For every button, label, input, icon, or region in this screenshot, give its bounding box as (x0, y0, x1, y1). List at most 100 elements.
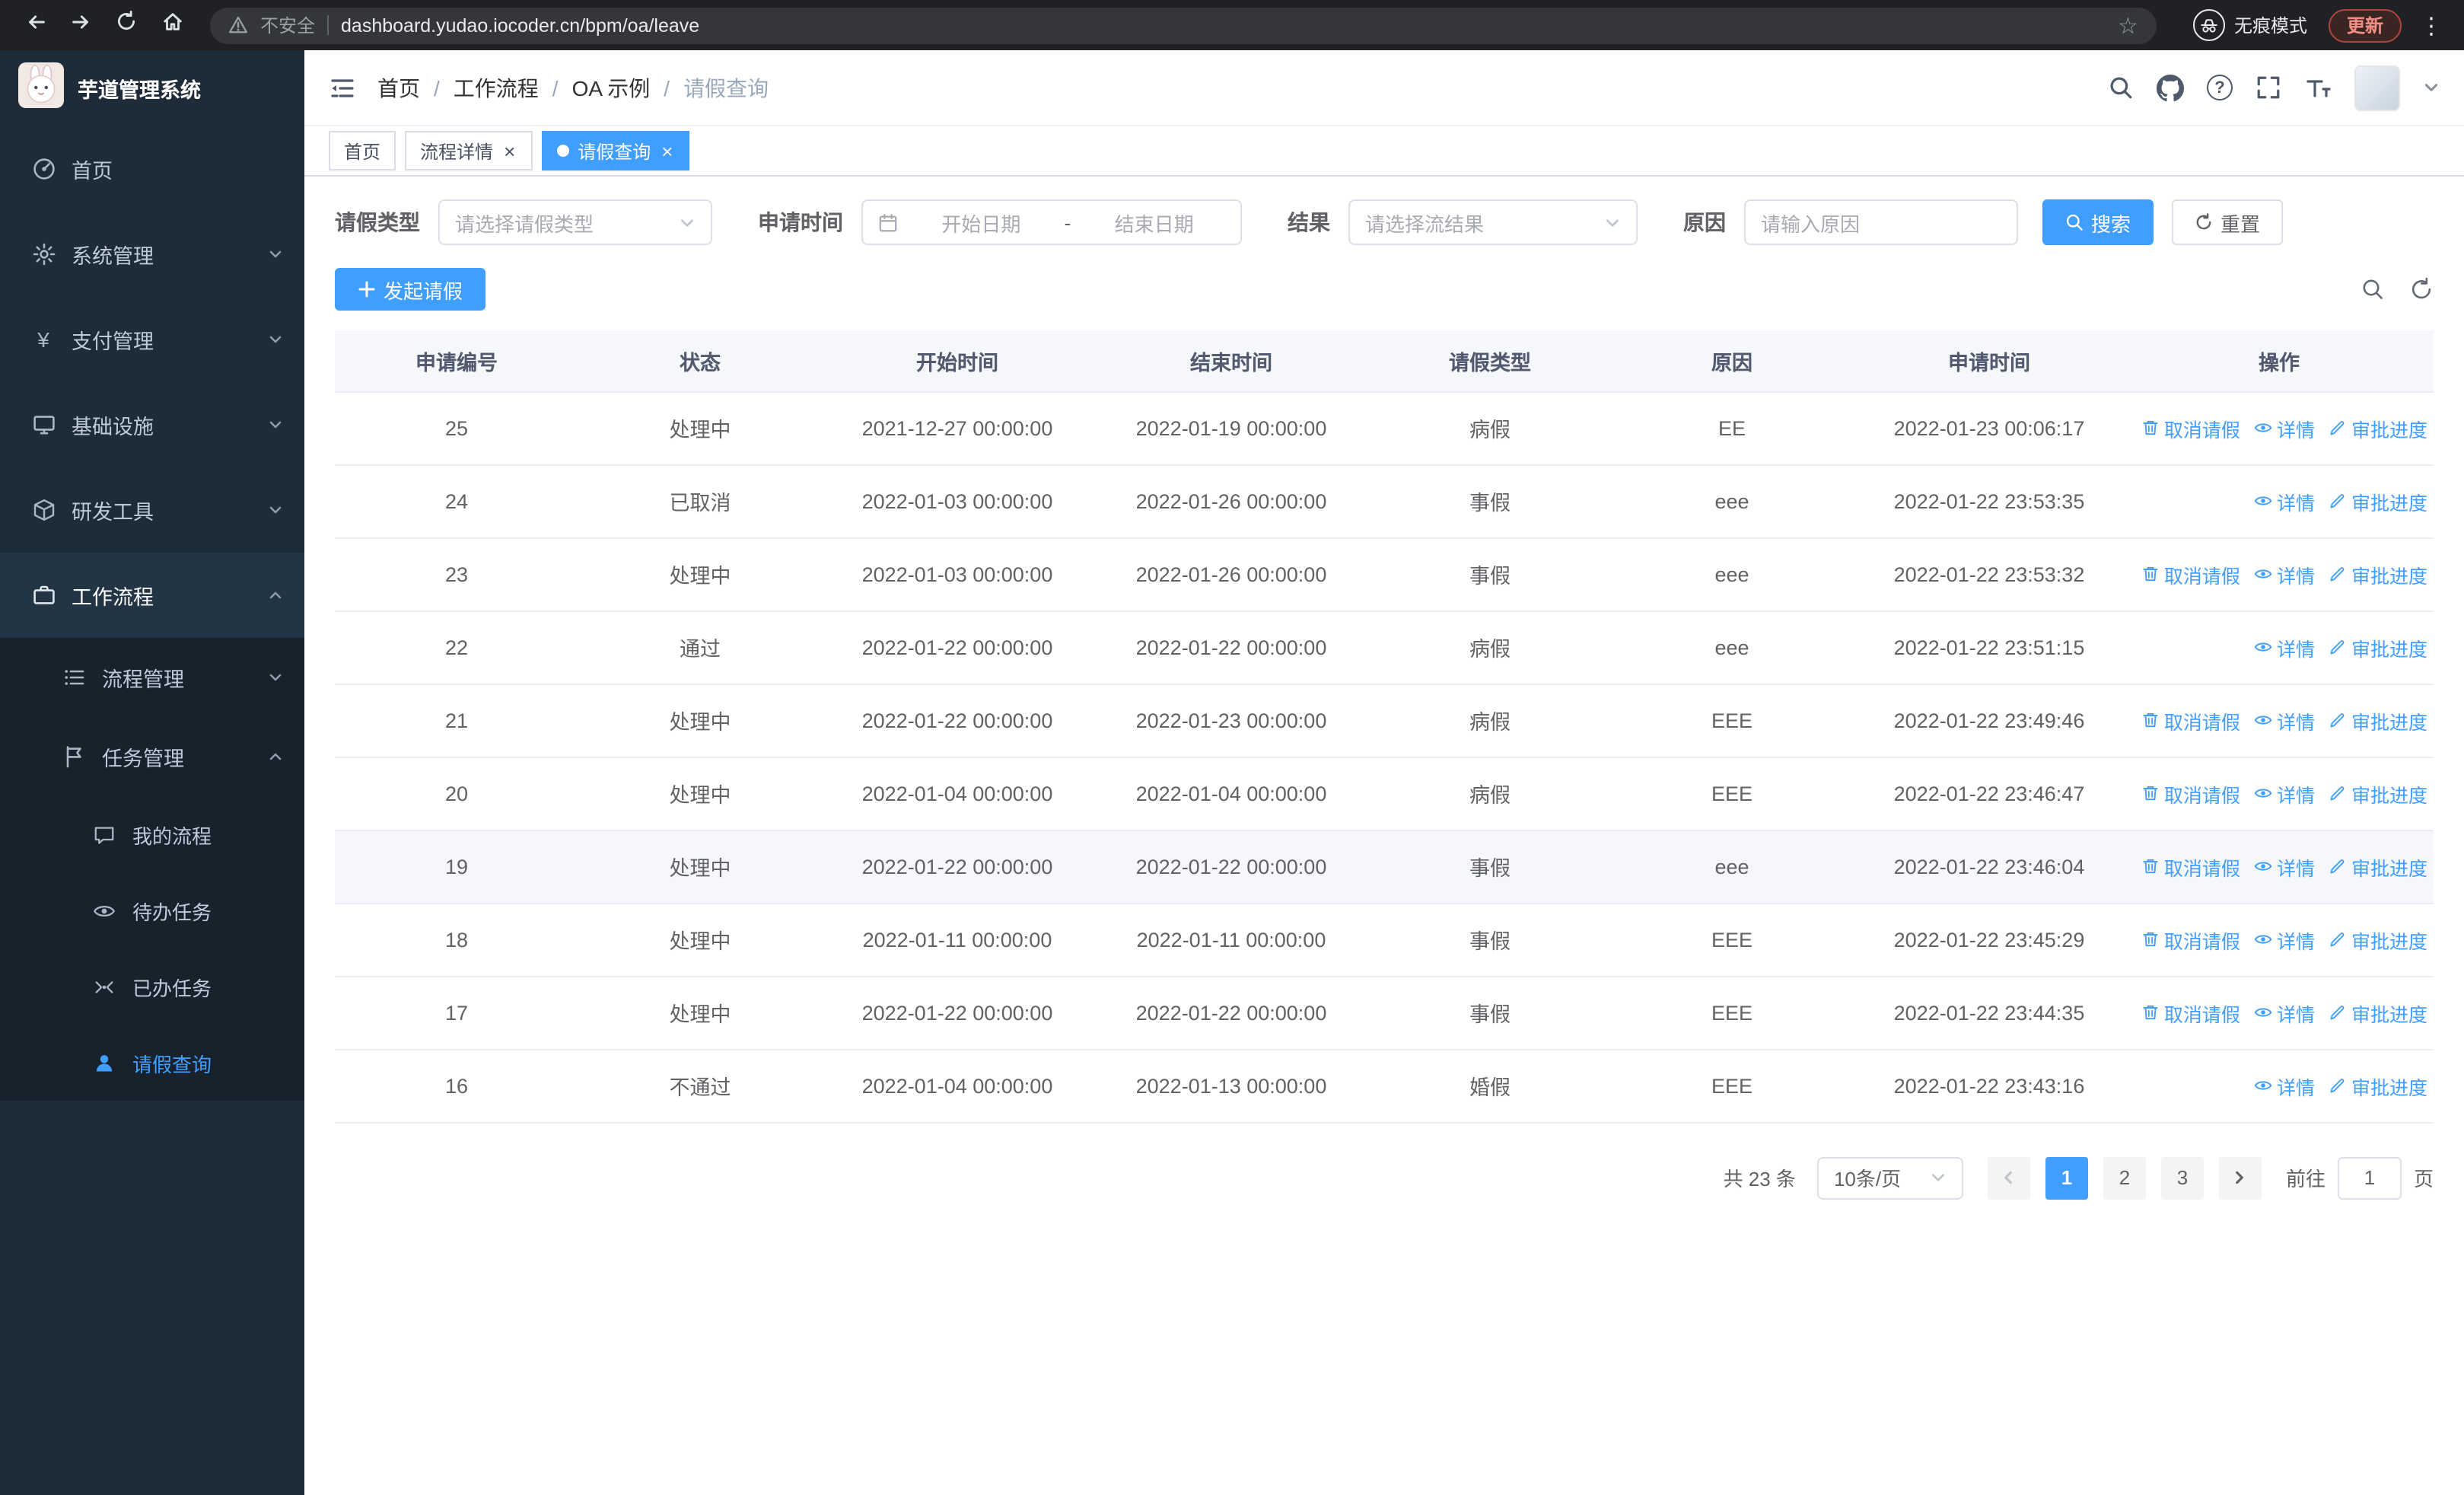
search-button[interactable]: 搜索 (2042, 199, 2154, 245)
browser-back-button[interactable] (15, 5, 55, 45)
help-icon[interactable]: ? (2207, 75, 2233, 100)
create-leave-button[interactable]: 发起请假 (335, 268, 486, 311)
col-reason: 原因 (1610, 330, 1854, 392)
sidebar-item-done-tasks[interactable]: 已办任务 (0, 948, 304, 1025)
browser-update-button[interactable]: 更新 (2328, 8, 2402, 42)
detail-action-link[interactable]: 详情 (2254, 706, 2315, 735)
breadcrumb-item[interactable]: 首页 (377, 72, 420, 103)
progress-action-label: 审批进度 (2351, 1004, 2427, 1025)
col-apply-time: 申请时间 (1854, 330, 2125, 392)
github-icon[interactable] (2157, 74, 2184, 101)
browser-home-button[interactable] (152, 5, 192, 45)
detail-action-link[interactable]: 详情 (2254, 486, 2315, 515)
progress-action-link[interactable]: 审批进度 (2329, 779, 2427, 808)
tab-leave-query[interactable]: 请假查询 × (541, 131, 690, 171)
progress-action-link[interactable]: 审批进度 (2329, 486, 2427, 515)
address-divider (327, 15, 329, 35)
progress-action-label: 审批进度 (2351, 566, 2427, 587)
breadcrumb-item[interactable]: OA 示例 (572, 72, 651, 103)
page-button-3[interactable]: 3 (2160, 1156, 2204, 1199)
detail-action-link[interactable]: 详情 (2254, 559, 2315, 588)
cancel-action-link[interactable]: 取消请假 (2141, 706, 2240, 735)
col-end-time: 结束时间 (1093, 330, 1370, 392)
cell-leave-type: 事假 (1370, 537, 1610, 611)
progress-action-link[interactable]: 审批进度 (2329, 852, 2427, 881)
cancel-action-label: 取消请假 (2163, 566, 2240, 587)
progress-action-link[interactable]: 审批进度 (2329, 413, 2427, 442)
delete-icon (2141, 930, 2160, 948)
cancel-action-link[interactable]: 取消请假 (2141, 559, 2240, 588)
close-icon[interactable]: × (502, 141, 517, 161)
cell-start-time: 2022-01-22 00:00:00 (822, 830, 1093, 904)
detail-action-link[interactable]: 详情 (2254, 852, 2315, 881)
sidebar-item-task-management[interactable]: 任务管理 (0, 717, 304, 796)
cell-leave-type: 病假 (1370, 610, 1610, 684)
pagination: 共 23 条 10条/页 1 2 3 前往 1 页 (335, 1156, 2434, 1199)
detail-action-link[interactable]: 详情 (2254, 633, 2315, 661)
reason-input[interactable]: 请输入原因 (1744, 199, 2018, 245)
hamburger-fold-icon[interactable] (329, 74, 356, 101)
search-icon[interactable] (2108, 75, 2134, 100)
chevron-down-icon[interactable] (2423, 79, 2440, 96)
browser-reload-button[interactable] (107, 5, 146, 45)
detail-action-link[interactable]: 详情 (2254, 413, 2315, 442)
leave-type-select[interactable]: 请选择请假类型 (438, 199, 712, 245)
progress-action-link[interactable]: 审批进度 (2329, 1071, 2427, 1100)
breadcrumb-item[interactable]: 工作流程 (454, 72, 539, 103)
tab-process-detail[interactable]: 流程详情 × (405, 131, 533, 171)
sidebar-item-devtools[interactable]: 研发工具 (0, 467, 304, 553)
refresh-icon[interactable] (2409, 277, 2434, 301)
cancel-action-link[interactable]: 取消请假 (2141, 413, 2240, 442)
address-bar[interactable]: 不安全 dashboard.yudao.iocoder.cn/bpm/oa/le… (210, 7, 2157, 43)
date-range-input[interactable]: 开始日期 - 结束日期 (861, 199, 1242, 245)
bookmark-star-icon[interactable]: ☆ (2118, 11, 2138, 39)
sidebar-item-leave-query[interactable]: 请假查询 (0, 1025, 304, 1101)
avatar[interactable] (2354, 65, 2400, 110)
cancel-action-link[interactable]: 取消请假 (2141, 779, 2240, 808)
detail-action-link[interactable]: 详情 (2254, 779, 2315, 808)
detail-action-link[interactable]: 详情 (2254, 1071, 2315, 1100)
cancel-action-link[interactable]: 取消请假 (2141, 925, 2240, 954)
search-toggle-icon[interactable] (2361, 277, 2385, 301)
cell-end-time: 2022-01-13 00:00:00 (1093, 1049, 1370, 1123)
sidebar-item-label: 基础设施 (72, 416, 154, 438)
leave-type-label: 请假类型 (335, 210, 420, 234)
sidebar: 芋道管理系统 首页 系统管理 ¥ 支付管理 基础设施 研发工具 工作流程 流程管… (0, 50, 304, 1495)
progress-action-link[interactable]: 审批进度 (2329, 998, 2427, 1027)
progress-action-link[interactable]: 审批进度 (2329, 633, 2427, 661)
detail-action-link[interactable]: 详情 (2254, 998, 2315, 1027)
page-size-select[interactable]: 10条/页 (1816, 1156, 1963, 1199)
detail-action-label: 详情 (2276, 785, 2315, 806)
sidebar-item-system[interactable]: 系统管理 (0, 212, 304, 297)
progress-action-link[interactable]: 审批进度 (2329, 925, 2427, 954)
cancel-action-link[interactable]: 取消请假 (2141, 852, 2240, 881)
font-size-icon[interactable] (2304, 74, 2332, 101)
sidebar-item-todo-tasks[interactable]: 待办任务 (0, 872, 304, 948)
close-icon[interactable]: × (660, 141, 674, 161)
cell-end-time: 2022-01-26 00:00:00 (1093, 464, 1370, 538)
sidebar-item-home[interactable]: 首页 (0, 126, 304, 212)
sidebar-item-process-management[interactable]: 流程管理 (0, 638, 304, 717)
sidebar-item-workflow[interactable]: 工作流程 (0, 553, 304, 638)
goto-page-input[interactable] (2337, 1156, 2402, 1199)
browser-menu-icon[interactable]: ⋮ (2408, 11, 2449, 39)
progress-action-link[interactable]: 审批进度 (2329, 559, 2427, 588)
reset-button[interactable]: 重置 (2172, 199, 2284, 245)
page-button-1[interactable]: 1 (2045, 1156, 2088, 1199)
cell-end-time: 2022-01-19 00:00:00 (1093, 391, 1370, 465)
progress-action-link[interactable]: 审批进度 (2329, 706, 2427, 735)
prev-page-button[interactable] (1987, 1156, 2030, 1199)
main-area: 首页 / 工作流程 / OA 示例 / 请假查询 ? 首页 流程详情 × 请假查… (304, 50, 2464, 1495)
fullscreen-icon[interactable] (2255, 75, 2281, 100)
sidebar-item-my-processes[interactable]: 我的流程 (0, 796, 304, 872)
browser-forward-button[interactable] (61, 5, 100, 45)
tab-home[interactable]: 首页 (329, 131, 396, 171)
page-button-2[interactable]: 2 (2103, 1156, 2146, 1199)
result-select[interactable]: 请选择流结果 (1348, 199, 1638, 245)
next-page-button[interactable] (2218, 1156, 2262, 1199)
detail-action-label: 详情 (2276, 492, 2315, 514)
detail-action-link[interactable]: 详情 (2254, 925, 2315, 954)
sidebar-item-infrastructure[interactable]: 基础设施 (0, 382, 304, 467)
sidebar-item-payment[interactable]: ¥ 支付管理 (0, 297, 304, 382)
cancel-action-link[interactable]: 取消请假 (2141, 998, 2240, 1027)
